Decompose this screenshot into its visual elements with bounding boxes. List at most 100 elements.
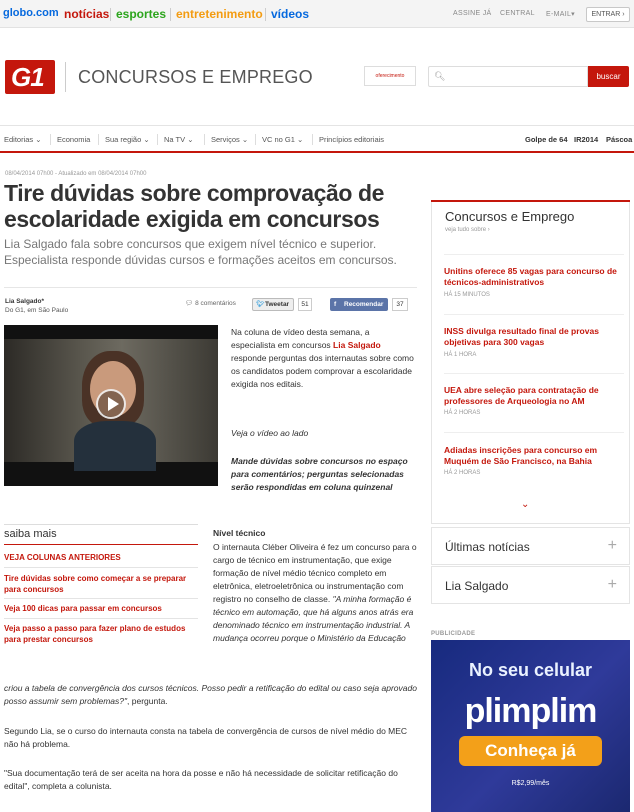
news-time: HÁ 1 HORA (444, 352, 477, 358)
sidebar-news-item[interactable]: Adiadas inscrições para concurso em Muqu… (444, 445, 624, 466)
search-button[interactable]: buscar (588, 66, 629, 87)
assine-link[interactable]: ASSINE JÁ (453, 10, 492, 17)
central-link[interactable]: CENTRAL (500, 10, 535, 17)
article-dates: 08/04/2014 07h00 - Atualizado em 08/04/2… (5, 171, 147, 177)
article-paragraph: criou a tabela de convergência dos curso… (4, 682, 418, 708)
nav-economia[interactable]: Economia (57, 135, 90, 144)
divider (4, 598, 198, 599)
divider (265, 8, 266, 21)
nav-sua-regiao[interactable]: Sua região ⌄ (105, 135, 150, 144)
sidebar-news-item[interactable]: UEA abre seleção para contratação de pro… (444, 385, 624, 406)
nav-hot-pascoa[interactable]: Páscoa (606, 135, 632, 144)
ad-headline: No seu celular (468, 660, 593, 680)
sidebar-see-all[interactable]: veja tudo sobre › (445, 227, 490, 233)
nav-hot-golpe[interactable]: Golpe de 64 (525, 135, 568, 144)
divider (4, 287, 417, 288)
facebook-count: 37 (392, 298, 408, 311)
twitter-icon: 🐦︎ (256, 301, 265, 308)
comment-icon: 💬︎ (185, 300, 196, 307)
news-time: HÁ 2 HORAS (444, 470, 481, 476)
divider (444, 254, 624, 255)
divider (50, 134, 51, 145)
article-paragraph: O internauta Cléber Oliveira é fez um co… (213, 541, 418, 645)
comments-count: 8 comentários (195, 300, 236, 307)
advertisement-banner[interactable]: No seu celular plimplim Conheça já R$2,9… (431, 640, 630, 812)
nav-principios[interactable]: Princípios editoriais (319, 135, 384, 144)
accordion-label: Lia Salgado (445, 579, 509, 593)
related-link-plano[interactable]: Veja passo a passo para fazer plano de e… (4, 623, 194, 645)
sponsor-box[interactable]: oferecimento (364, 66, 416, 86)
plus-icon: + (607, 576, 617, 593)
tweet-count: 51 (298, 298, 312, 311)
topbar-link-noticias[interactable]: notícias (64, 7, 109, 21)
columnist-link[interactable]: Lia Salgado (333, 340, 381, 350)
login-button[interactable]: ENTRAR › (586, 7, 630, 22)
nav-hot-ir2014[interactable]: IR2014 (574, 135, 598, 144)
divider (4, 567, 198, 568)
paragraph-text: , pergunta. (127, 696, 168, 706)
accordion-lia-salgado[interactable]: Lia Salgado + (431, 566, 630, 604)
g1-logo[interactable]: G1 (5, 60, 55, 94)
article-title: Tire dúvidas sobre comprovação de escola… (4, 180, 385, 232)
facebook-recommend-button[interactable]: f Recomendar (330, 298, 388, 311)
main-nav: Editorias ⌄ Economia Sua região ⌄ Na TV … (0, 126, 634, 152)
related-link-colunas[interactable]: VEJA COLUNAS ANTERIORES (4, 552, 194, 563)
divider (170, 8, 171, 21)
facebook-label: Recomendar (344, 301, 384, 308)
related-link-dicas[interactable]: Veja 100 dicas para passar em concursos (4, 603, 194, 614)
sidebar-news-item[interactable]: Unitins oferece 85 vagas para concurso d… (444, 266, 624, 287)
tweet-button[interactable]: 🐦︎ Tweetar (252, 298, 294, 311)
play-icon[interactable] (96, 389, 126, 419)
accordion-ultimas-noticias[interactable]: Últimas notícias + (431, 527, 630, 565)
news-time: HÁ 15 MINUTOS (444, 292, 490, 298)
nav-vc-no-g1[interactable]: VC no G1 ⌄ (262, 135, 303, 144)
article-paragraph: Segundo Lia, se o curso do internauta co… (4, 726, 408, 749)
g1-logo-text: G1 (11, 62, 45, 92)
nav-accent-bar (0, 151, 634, 153)
tweet-label: Tweetar (265, 301, 290, 308)
intro-text-end: responde perguntas dos internautas sobre… (231, 353, 414, 389)
chevron-down-icon[interactable]: ⌄ (521, 499, 529, 510)
thumbnail-body (74, 421, 156, 471)
author-name: Lia Salgado* (5, 298, 45, 305)
ad-brand: plimplim (464, 692, 598, 730)
accordion-label: Últimas notícias (445, 540, 530, 554)
nav-editorias[interactable]: Editorias ⌄ (4, 135, 42, 144)
reader-quote-end: criou a tabela de convergência dos curso… (4, 683, 417, 706)
search-input[interactable]: 🔍︎ (428, 66, 588, 87)
divider (4, 524, 198, 525)
divider (98, 134, 99, 145)
divider (312, 134, 313, 145)
section-title[interactable]: CONCURSOS E EMPREGO (78, 67, 313, 88)
topbar-link-videos[interactable]: vídeos (271, 7, 309, 21)
divider (255, 134, 256, 145)
divider (204, 134, 205, 145)
ad-price: R$2,99/mês (511, 780, 550, 787)
divider (157, 134, 158, 145)
sidebar-news-item[interactable]: INSS divulga resultado final de provas o… (444, 326, 624, 347)
video-note: Veja o vídeo ao lado (231, 428, 309, 438)
header-divider (65, 62, 66, 92)
divider (444, 373, 624, 374)
divider (110, 8, 111, 21)
questions-note: Mande dúvidas sobre concursos no espaço … (231, 456, 408, 492)
comments-link[interactable]: 💬︎ 8 comentários (185, 299, 236, 307)
article-intro: Na coluna de vídeo desta semana, a espec… (231, 326, 414, 391)
ad-cta-button[interactable]: Conheça já (459, 736, 602, 766)
search-icon: 🔍︎ (434, 71, 446, 81)
topbar-link-esportes[interactable]: esportes (116, 7, 166, 21)
news-time: HÁ 2 HORAS (444, 410, 481, 416)
ad-label: PUBLICIDADE (431, 631, 476, 637)
nav-servicos[interactable]: Serviços ⌄ (211, 135, 248, 144)
nav-na-tv[interactable]: Na TV ⌄ (164, 135, 194, 144)
globo-logo[interactable]: globo.com (3, 7, 59, 19)
section-heading: Nível técnico (213, 528, 266, 538)
topbar-link-entretenimento[interactable]: entretenimento (176, 7, 263, 21)
facebook-icon: f (334, 301, 337, 308)
related-link-preparar[interactable]: Tire dúvidas sobre como começar a se pre… (4, 573, 194, 595)
email-dropdown[interactable]: E-MAIL▾ (546, 10, 575, 18)
article-paragraph: "Sua documentação terá de ser aceita na … (4, 768, 398, 791)
sidebar-title[interactable]: Concursos e Emprego (445, 209, 574, 224)
plus-icon: + (607, 537, 617, 554)
video-player[interactable] (4, 325, 218, 486)
